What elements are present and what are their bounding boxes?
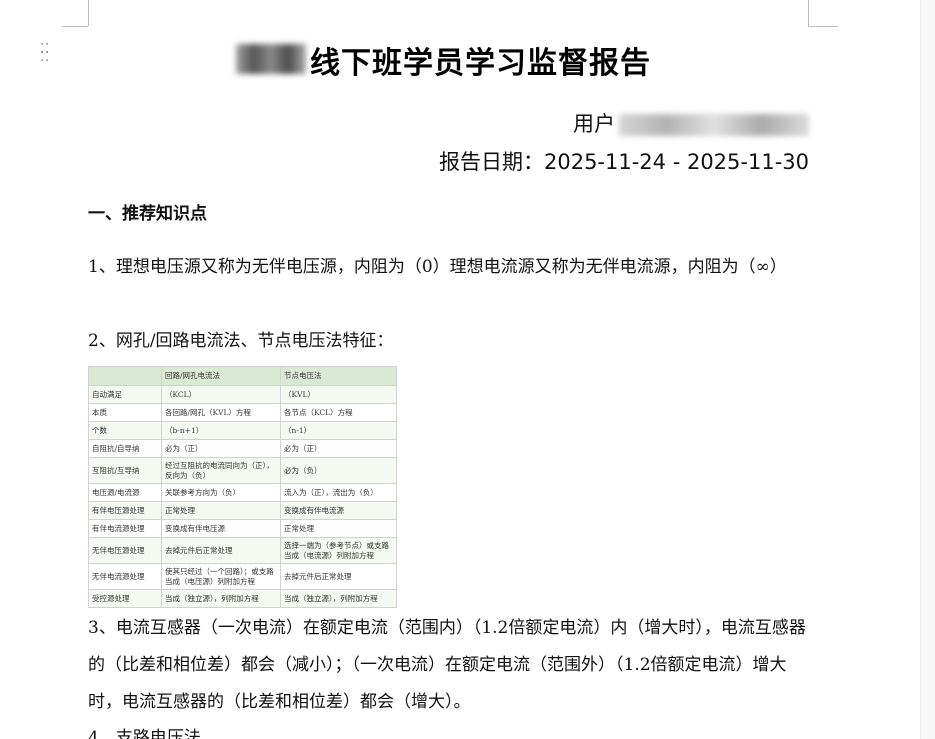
table-cell: 变换成有伴电流源	[280, 501, 397, 520]
crop-mark-top-left-h	[62, 26, 88, 27]
table-cell: 自阻抗/自导纳	[88, 439, 162, 458]
table-cell: 个数	[88, 421, 162, 440]
table-cell: （KCL）	[161, 385, 281, 404]
table-cell: 正常处理	[280, 519, 397, 538]
table-cell: 使其只经过（一个回路）；或支路当成（电压源）列附加方程	[161, 563, 281, 590]
table-cell: 互阻抗/互导纳	[88, 457, 162, 484]
report-user[interactable]: 用户	[573, 108, 809, 138]
table-cell: 选择一端为（参考节点）或支路当成（电流源）列附加方程	[280, 537, 397, 564]
crop-mark-top-left	[88, 0, 89, 26]
table-cell: 关联参考方向为（负）	[161, 483, 281, 502]
table-cell: （b-n+1）	[161, 421, 281, 440]
knowledge-item-4[interactable]: 4、支路电压法	[88, 720, 808, 739]
table-row: 自阻抗/自导纳 必为（正） 必为（正）	[88, 439, 397, 458]
table-cell: 各节点（KCL）方程	[280, 403, 397, 422]
table-cell: （n-1）	[280, 421, 397, 440]
report-date[interactable]: 报告日期：2025-11-24 - 2025-11-30	[439, 146, 809, 176]
redacted-username	[619, 114, 809, 136]
table-cell: 自动满足	[88, 385, 162, 404]
table-cell: 流入为（正），流出为（负）	[280, 483, 397, 502]
crop-mark-top-right	[808, 0, 809, 26]
table-row: 个数 （b-n+1） （n-1）	[88, 421, 397, 440]
table-cell: （KVL）	[280, 385, 397, 404]
table-header-cell	[88, 366, 162, 386]
table-row: 有伴电压源处理 正常处理 变换成有伴电流源	[88, 501, 397, 520]
comparison-table[interactable]: 回路/网孔电流法 节点电压法 自动满足 （KCL） （KVL） 本质 各回路/网孔（K…	[88, 366, 397, 608]
knowledge-item-1[interactable]: 1、理想电压源又称为无伴电压源，内阻为（0）理想电流源又称为无伴电流源，内阻为（…	[88, 249, 808, 286]
table-cell: 正常处理	[161, 501, 281, 520]
table-cell: 当成（独立源），列附加方程	[280, 589, 397, 608]
drag-handle-icon[interactable]: ⁚⁚ ⁚⁚	[40, 43, 52, 64]
knowledge-item-4-text: 4、支路电压法	[88, 728, 201, 739]
document-page: ⁚⁚ ⁚⁚ 线下班学员学习监督报告 用户 报告日期：2025-11-24 - 20…	[0, 0, 935, 739]
table-cell: 必为（正）	[161, 439, 281, 458]
table-cell: 本质	[88, 403, 162, 422]
redacted-title-prefix	[236, 44, 306, 74]
table-cell: 变换成有伴电压源	[161, 519, 281, 538]
table-cell: 有伴电流源处理	[88, 519, 162, 538]
table-row: 有伴电流源处理 变换成有伴电压源 正常处理	[88, 519, 397, 538]
table-cell: 当成（独立源），列附加方程	[161, 589, 281, 608]
table-cell: 经过互阻抗的电流同向为（正），反向为（负）	[161, 457, 281, 484]
table-row: 无伴电压源处理 去掉元件后正常处理 选择一端为（参考节点）或支路当成（电流源）列附加…	[88, 537, 397, 564]
table-row: 自动满足 （KCL） （KVL）	[88, 385, 397, 404]
table-cell: 必为（负）	[280, 457, 397, 484]
table-row: 电压源/电流源 关联参考方向为（负） 流入为（正），流出为（负）	[88, 483, 397, 502]
crop-mark-top-right-h	[808, 26, 838, 27]
knowledge-item-2[interactable]: 2、网孔/回路电流法、节点电压法特征：	[88, 323, 808, 360]
knowledge-item-3[interactable]: 3、电流互感器（一次电流）在额定电流（范围内）（1.2倍额定电流）内（增大时），…	[88, 610, 808, 721]
section-heading[interactable]: 一、推荐知识点	[88, 199, 207, 224]
document-title[interactable]: 线下班学员学习监督报告	[310, 38, 651, 82]
title-block: 线下班学员学习监督报告	[232, 38, 712, 82]
user-label: 用户	[573, 112, 615, 136]
table-row: 无伴电流源处理 使其只经过（一个回路）；或支路当成（电压源）列附加方程 去掉元件后正…	[88, 563, 397, 590]
table-header-cell: 回路/网孔电流法	[161, 366, 281, 386]
vertical-scrollbar[interactable]	[920, 0, 935, 739]
table-cell: 各回路/网孔（KVL）方程	[161, 403, 281, 422]
table-row: 互阻抗/互导纳 经过互阻抗的电流同向为（正），反向为（负） 必为（负）	[88, 457, 397, 484]
table-header-cell: 节点电压法	[280, 366, 397, 386]
table-cell: 有伴电压源处理	[88, 501, 162, 520]
table-row: 受控源处理 当成（独立源），列附加方程 当成（独立源），列附加方程	[88, 589, 397, 608]
table-cell: 必为（正）	[280, 439, 397, 458]
table-cell: 无伴电流源处理	[88, 563, 162, 590]
table-cell: 受控源处理	[88, 589, 162, 608]
table-cell: 电压源/电流源	[88, 483, 162, 502]
table-cell: 去掉元件后正常处理	[280, 563, 397, 590]
table-cell: 去掉元件后正常处理	[161, 537, 281, 564]
table-row: 本质 各回路/网孔（KVL）方程 各节点（KCL）方程	[88, 403, 397, 422]
table-cell: 无伴电压源处理	[88, 537, 162, 564]
